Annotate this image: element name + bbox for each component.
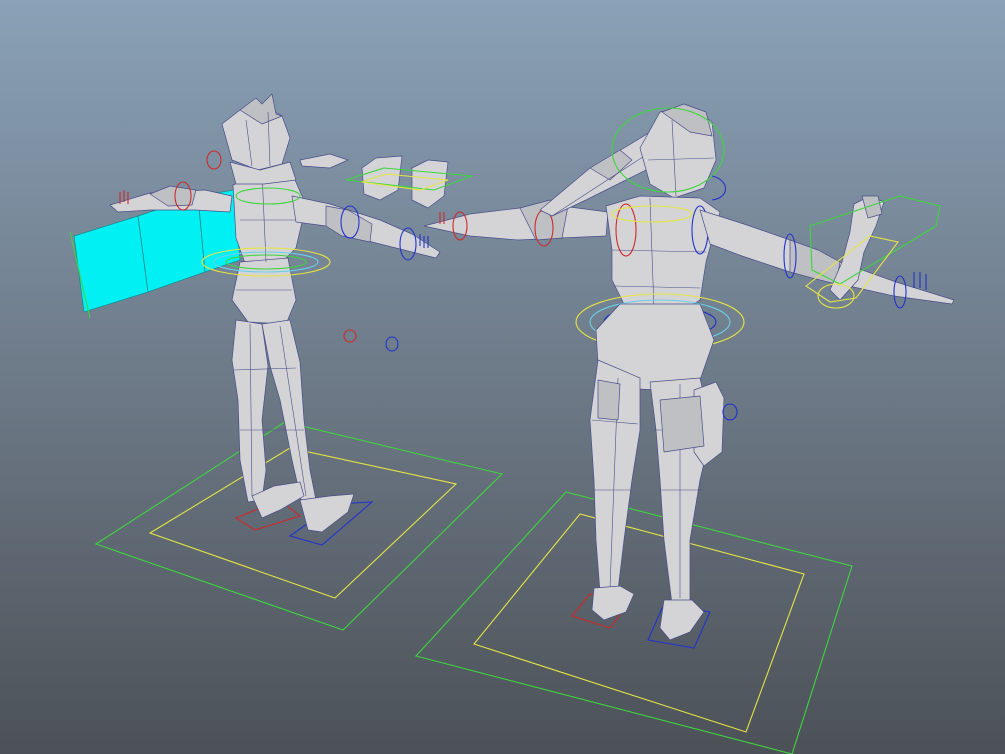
viewport-background [0, 0, 1005, 754]
viewport-canvas[interactable] [0, 0, 1005, 754]
3d-viewport[interactable] [0, 0, 1005, 754]
